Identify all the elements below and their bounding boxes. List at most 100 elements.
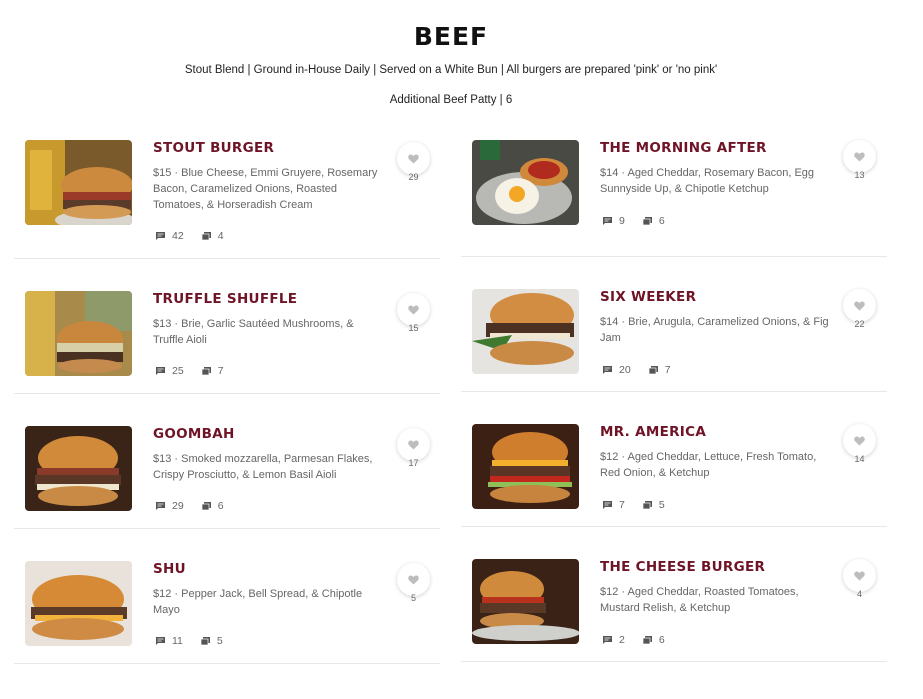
photo-gallery-icon — [642, 501, 652, 509]
comment-count: 42 — [172, 230, 184, 242]
item-description: $14 · Brie, Arugula, Caramelized Onions,… — [600, 316, 829, 344]
comment-icon — [603, 217, 612, 225]
item-description: $13 · Brie, Garlic Sautéed Mushrooms, & … — [153, 318, 354, 346]
menu-column-right: THE MORNING AFTER $14 · Aged Cheddar, Ro… — [461, 122, 887, 662]
item-meta: 2 6 — [603, 634, 683, 646]
menu-item[interactable]: MR. AMERICA $12 · Aged Cheddar, Lettuce,… — [461, 392, 887, 527]
item-meta: 7 5 — [603, 499, 683, 511]
heart-icon — [408, 305, 419, 315]
like-count: 17 — [408, 458, 419, 468]
item-meta: 42 4 — [156, 230, 242, 242]
comment-count: 25 — [172, 365, 184, 377]
like-button[interactable]: 13 — [843, 140, 876, 183]
burger-photo[interactable] — [25, 426, 132, 511]
item-name[interactable]: MR. AMERICA — [600, 424, 706, 440]
menu-item[interactable]: STOUT BURGER $15 · Blue Cheese, Emmi Gru… — [14, 122, 440, 259]
comment-icon — [156, 637, 165, 645]
menu-item[interactable]: TRUFFLE SHUFFLE $13 · Brie, Garlic Sauté… — [14, 259, 440, 394]
section-extra-note: Additional Beef Patty | 6 — [389, 94, 513, 106]
heart-icon — [854, 571, 865, 581]
menu-item[interactable]: GOOMBAH $13 · Smoked mozzarella, Parmesa… — [14, 394, 440, 529]
like-button[interactable]: 17 — [397, 428, 430, 471]
comment-count: 29 — [172, 500, 184, 512]
heart-icon — [854, 436, 865, 446]
comment-count: 7 — [619, 499, 625, 511]
like-count: 5 — [410, 593, 416, 603]
item-meta: 29 6 — [156, 500, 242, 512]
item-description: $14 · Aged Cheddar, Rosemary Bacon, Egg … — [600, 167, 815, 195]
item-description: $12 · Aged Cheddar, Lettuce, Fresh Tomat… — [600, 451, 817, 479]
like-button[interactable]: 14 — [843, 424, 876, 467]
like-count: 14 — [854, 454, 865, 464]
item-meta: 9 6 — [603, 215, 683, 227]
section-subtitle: Stout Blend | Ground in-House Daily | Se… — [184, 64, 718, 76]
item-name[interactable]: TRUFFLE SHUFFLE — [153, 291, 297, 307]
like-button[interactable]: 4 — [843, 559, 876, 602]
comment-icon — [156, 502, 165, 510]
like-count: 4 — [856, 589, 862, 599]
comment-icon — [156, 232, 165, 240]
item-name[interactable]: SIX WEEKER — [600, 289, 696, 305]
menu-item[interactable]: SIX WEEKER $14 · Brie, Arugula, Carameli… — [461, 257, 887, 392]
like-button[interactable]: 15 — [397, 293, 430, 336]
photo-count: 7 — [664, 364, 671, 376]
comment-icon — [156, 367, 165, 375]
heart-icon — [408, 575, 419, 585]
photo-gallery-icon — [648, 366, 658, 374]
like-button[interactable]: 22 — [843, 289, 876, 332]
burger-photo[interactable] — [472, 140, 579, 225]
comment-count: 9 — [619, 215, 625, 227]
burger-photo[interactable] — [25, 291, 132, 376]
comment-icon — [603, 366, 612, 374]
photo-gallery-icon — [200, 637, 210, 645]
heart-icon — [854, 152, 865, 162]
photo-gallery-icon — [201, 232, 211, 240]
burger-photo[interactable] — [472, 424, 579, 509]
photo-count: 5 — [216, 635, 223, 647]
burger-photo[interactable] — [25, 561, 132, 646]
item-name[interactable]: THE CHEESE BURGER — [600, 559, 765, 575]
comment-icon — [603, 501, 612, 509]
photo-gallery-icon — [201, 502, 211, 510]
like-count: 29 — [408, 172, 419, 182]
menu-column-left: STOUT BURGER $15 · Blue Cheese, Emmi Gru… — [14, 122, 440, 664]
menu-item[interactable]: THE MORNING AFTER $14 · Aged Cheddar, Ro… — [461, 122, 887, 257]
item-name[interactable]: GOOMBAH — [153, 426, 235, 442]
photo-count: 4 — [217, 230, 224, 242]
menu-item[interactable]: THE CHEESE BURGER $12 · Aged Cheddar, Ro… — [461, 527, 887, 662]
item-name[interactable]: STOUT BURGER — [153, 140, 274, 156]
comment-count: 2 — [619, 634, 625, 646]
photo-count: 7 — [217, 365, 224, 377]
comment-icon — [603, 636, 612, 644]
photo-gallery-icon — [201, 367, 211, 375]
heart-icon — [408, 154, 419, 164]
item-name[interactable]: SHU — [153, 561, 186, 577]
item-description: $12 · Pepper Jack, Bell Spread, & Chipot… — [153, 588, 363, 616]
item-description: $15 · Blue Cheese, Emmi Gruyere, Rosemar… — [153, 167, 378, 211]
like-button[interactable]: 5 — [397, 563, 430, 606]
photo-gallery-icon — [642, 217, 652, 225]
like-count: 13 — [854, 170, 865, 180]
like-button[interactable]: 29 — [397, 142, 430, 185]
item-meta: 11 5 — [156, 635, 241, 647]
comment-count: 20 — [619, 364, 631, 376]
like-count: 22 — [854, 319, 865, 329]
item-description: $12 · Aged Cheddar, Roasted Tomatoes, Mu… — [600, 586, 799, 614]
like-count: 15 — [408, 323, 419, 333]
menu-item[interactable]: SHU $12 · Pepper Jack, Bell Spread, & Ch… — [14, 529, 440, 664]
heart-icon — [408, 440, 419, 450]
section-title: BEEF — [413, 22, 489, 51]
burger-photo[interactable] — [472, 559, 579, 644]
heart-icon — [854, 301, 865, 311]
item-description: $13 · Smoked mozzarella, Parmesan Flakes… — [153, 453, 373, 481]
photo-count: 6 — [658, 215, 665, 227]
photo-gallery-icon — [642, 636, 652, 644]
burger-photo[interactable] — [25, 140, 132, 225]
photo-count: 5 — [658, 499, 665, 511]
item-name[interactable]: THE MORNING AFTER — [600, 140, 767, 156]
comment-count: 11 — [172, 635, 183, 647]
item-meta: 20 7 — [603, 364, 689, 376]
burger-photo[interactable] — [472, 289, 579, 374]
photo-count: 6 — [658, 634, 665, 646]
item-meta: 25 7 — [156, 365, 242, 377]
